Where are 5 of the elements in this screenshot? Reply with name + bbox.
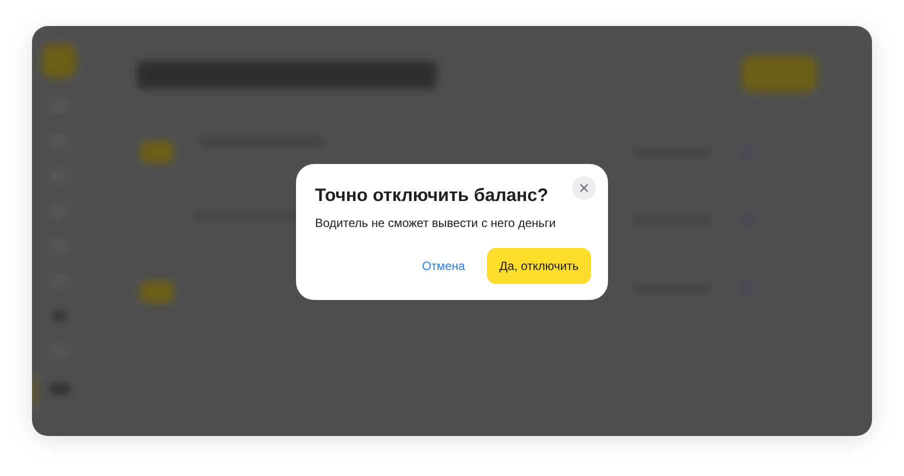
close-button[interactable]: ×	[572, 176, 596, 200]
dialog-title: Точно отключить баланс?	[315, 185, 548, 206]
confirm-button[interactable]: Да, отключить	[487, 248, 591, 284]
cancel-link[interactable]: Отмена	[422, 259, 465, 273]
dialog-message: Водитель не сможет вывести с него деньги	[315, 216, 557, 230]
